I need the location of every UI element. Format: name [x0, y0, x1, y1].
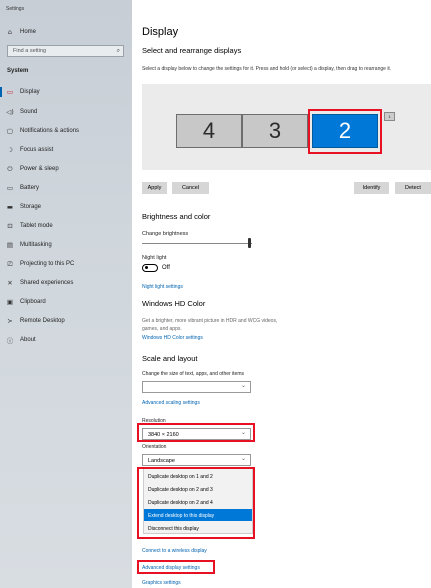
- sidebar-item-remote-desktop[interactable]: ≻ Remote Desktop: [0, 313, 132, 329]
- sidebar-item-label: Shared experiences: [20, 280, 74, 286]
- sidebar-item-label: About: [20, 337, 36, 343]
- sidebar-item-label: Storage: [20, 204, 42, 210]
- page-title: Display: [142, 26, 179, 38]
- sidebar-item-about[interactable]: ⓘ About: [0, 332, 132, 348]
- chevron-down-icon: ⌄: [240, 455, 246, 462]
- monitor-4[interactable]: 4: [176, 114, 242, 148]
- storage-icon: ▬: [6, 203, 14, 211]
- detect-button[interactable]: Detect: [395, 182, 431, 194]
- night-light-toggle[interactable]: [142, 264, 158, 272]
- shared-experiences-icon: ✕: [7, 279, 13, 287]
- brightness-slider-thumb[interactable]: [248, 238, 251, 248]
- brightness-label: Change brightness: [142, 231, 189, 237]
- rearrange-heading: Select and rearrange displays: [142, 46, 242, 55]
- night-light-label: Night light: [142, 255, 167, 261]
- hd-color-settings-link[interactable]: Windows HD Color settings: [142, 335, 203, 341]
- brightness-slider-track[interactable]: [142, 243, 252, 244]
- sidebar-item-label: Power & sleep: [20, 166, 59, 172]
- window-title: Settings: [6, 6, 25, 12]
- sidebar-item-projecting[interactable]: ⎚ Projecting to this PC: [0, 256, 132, 272]
- scale-size-label: Change the size of text, apps, and other…: [142, 371, 245, 377]
- sidebar-item-label: Sound: [20, 109, 38, 115]
- sidebar-item-sound[interactable]: ◁) Sound: [0, 104, 132, 120]
- monitor-1[interactable]: 1: [384, 112, 395, 121]
- clipboard-icon: ▣: [6, 298, 14, 306]
- sidebar-item-display[interactable]: ▭ Display: [0, 84, 132, 100]
- monitor-3[interactable]: 3: [242, 114, 308, 148]
- sidebar-item-label: Focus assist: [20, 147, 54, 153]
- rearrange-description: Select a display below to change the set…: [142, 66, 392, 72]
- search-input[interactable]: Find a setting ⌕: [7, 45, 124, 57]
- sidebar-item-label: Multitasking: [20, 242, 52, 248]
- tablet-icon: ⊡: [7, 222, 13, 230]
- sidebar-item-focus-assist[interactable]: ☽ Focus assist: [0, 142, 132, 158]
- highlight-resolution: [137, 423, 255, 442]
- sidebar-item-storage[interactable]: ▬ Storage: [0, 199, 132, 215]
- sidebar-item-label: Display: [20, 89, 40, 95]
- sound-icon: ◁): [6, 108, 14, 116]
- projecting-icon: ⎚: [7, 259, 13, 268]
- sidebar-item-label: Projecting to this PC: [20, 261, 75, 267]
- home-icon: ⌂: [7, 28, 13, 36]
- hd-color-description-line1: Get a brighter, more vibrant picture in …: [142, 318, 278, 324]
- toggle-knob: [145, 266, 148, 270]
- power-icon: ⏻: [7, 164, 13, 173]
- graphics-settings-link[interactable]: Graphics settings: [142, 580, 181, 586]
- hd-color-heading: Windows HD Color: [142, 299, 206, 308]
- display-arrangement-area: 4 3 2 1: [142, 84, 431, 170]
- sidebar-item-tablet-mode[interactable]: ⊡ Tablet mode: [0, 218, 132, 234]
- night-light-state: Off: [162, 265, 170, 271]
- apply-button[interactable]: Apply: [142, 182, 167, 194]
- sidebar-item-shared-experiences[interactable]: ✕ Shared experiences: [0, 275, 132, 291]
- orientation-dropdown[interactable]: Landscape ⌄: [142, 454, 251, 466]
- cancel-button[interactable]: Cancel: [172, 182, 209, 194]
- search-icon: ⌕: [116, 47, 120, 54]
- nav-home[interactable]: ⌂ Home: [0, 24, 132, 40]
- hd-color-description-line2: games, and apps.: [142, 326, 182, 332]
- advanced-scaling-link[interactable]: Advanced scaling settings: [142, 400, 200, 406]
- sidebar-item-label: Notifications & actions: [20, 128, 80, 134]
- sidebar-item-label: Battery: [20, 185, 40, 191]
- sidebar-item-notifications[interactable]: ▢ Notifications & actions: [0, 123, 132, 139]
- sidebar-item-battery[interactable]: ▭ Battery: [0, 180, 132, 196]
- scale-dropdown[interactable]: ⌄: [142, 381, 251, 393]
- sidebar-item-label: Clipboard: [20, 299, 46, 305]
- sidebar: Settings ⌂ Home Find a setting ⌕ System …: [0, 0, 132, 588]
- scale-layout-heading: Scale and layout: [142, 354, 198, 363]
- highlight-selected-monitor: [308, 109, 382, 154]
- orientation-value: Landscape: [148, 457, 175, 464]
- orientation-label: Orientation: [142, 444, 167, 450]
- identify-button[interactable]: Identify: [354, 182, 389, 194]
- chevron-down-icon: ⌄: [240, 382, 246, 389]
- remote-desktop-icon: ≻: [7, 317, 13, 325]
- sidebar-item-power[interactable]: ⏻ Power & sleep: [0, 161, 132, 177]
- sidebar-item-multitasking[interactable]: ▤ Multitasking: [0, 237, 132, 253]
- display-settings-page: Display Select and rearrange displays Se…: [132, 0, 431, 588]
- highlight-multiple-displays: [137, 467, 255, 539]
- sidebar-item-clipboard[interactable]: ▣ Clipboard: [0, 294, 132, 310]
- sidebar-item-label: Remote Desktop: [20, 318, 65, 324]
- notifications-icon: ▢: [6, 127, 14, 135]
- multitasking-icon: ▤: [6, 241, 14, 249]
- night-light-settings-link[interactable]: Night light settings: [142, 284, 183, 290]
- highlight-advanced-display: [137, 560, 215, 574]
- wireless-display-link[interactable]: Connect to a wireless display: [142, 548, 207, 554]
- about-icon: ⓘ: [6, 337, 14, 345]
- focus-assist-icon: ☽: [7, 146, 13, 154]
- battery-icon: ▭: [6, 184, 14, 192]
- search-placeholder: Find a setting: [13, 48, 47, 54]
- display-icon: ▭: [6, 88, 14, 96]
- sidebar-section-system: System: [7, 68, 29, 74]
- nav-home-label: Home: [20, 29, 37, 35]
- brightness-heading: Brightness and color: [142, 212, 211, 221]
- sidebar-item-label: Tablet mode: [20, 223, 53, 229]
